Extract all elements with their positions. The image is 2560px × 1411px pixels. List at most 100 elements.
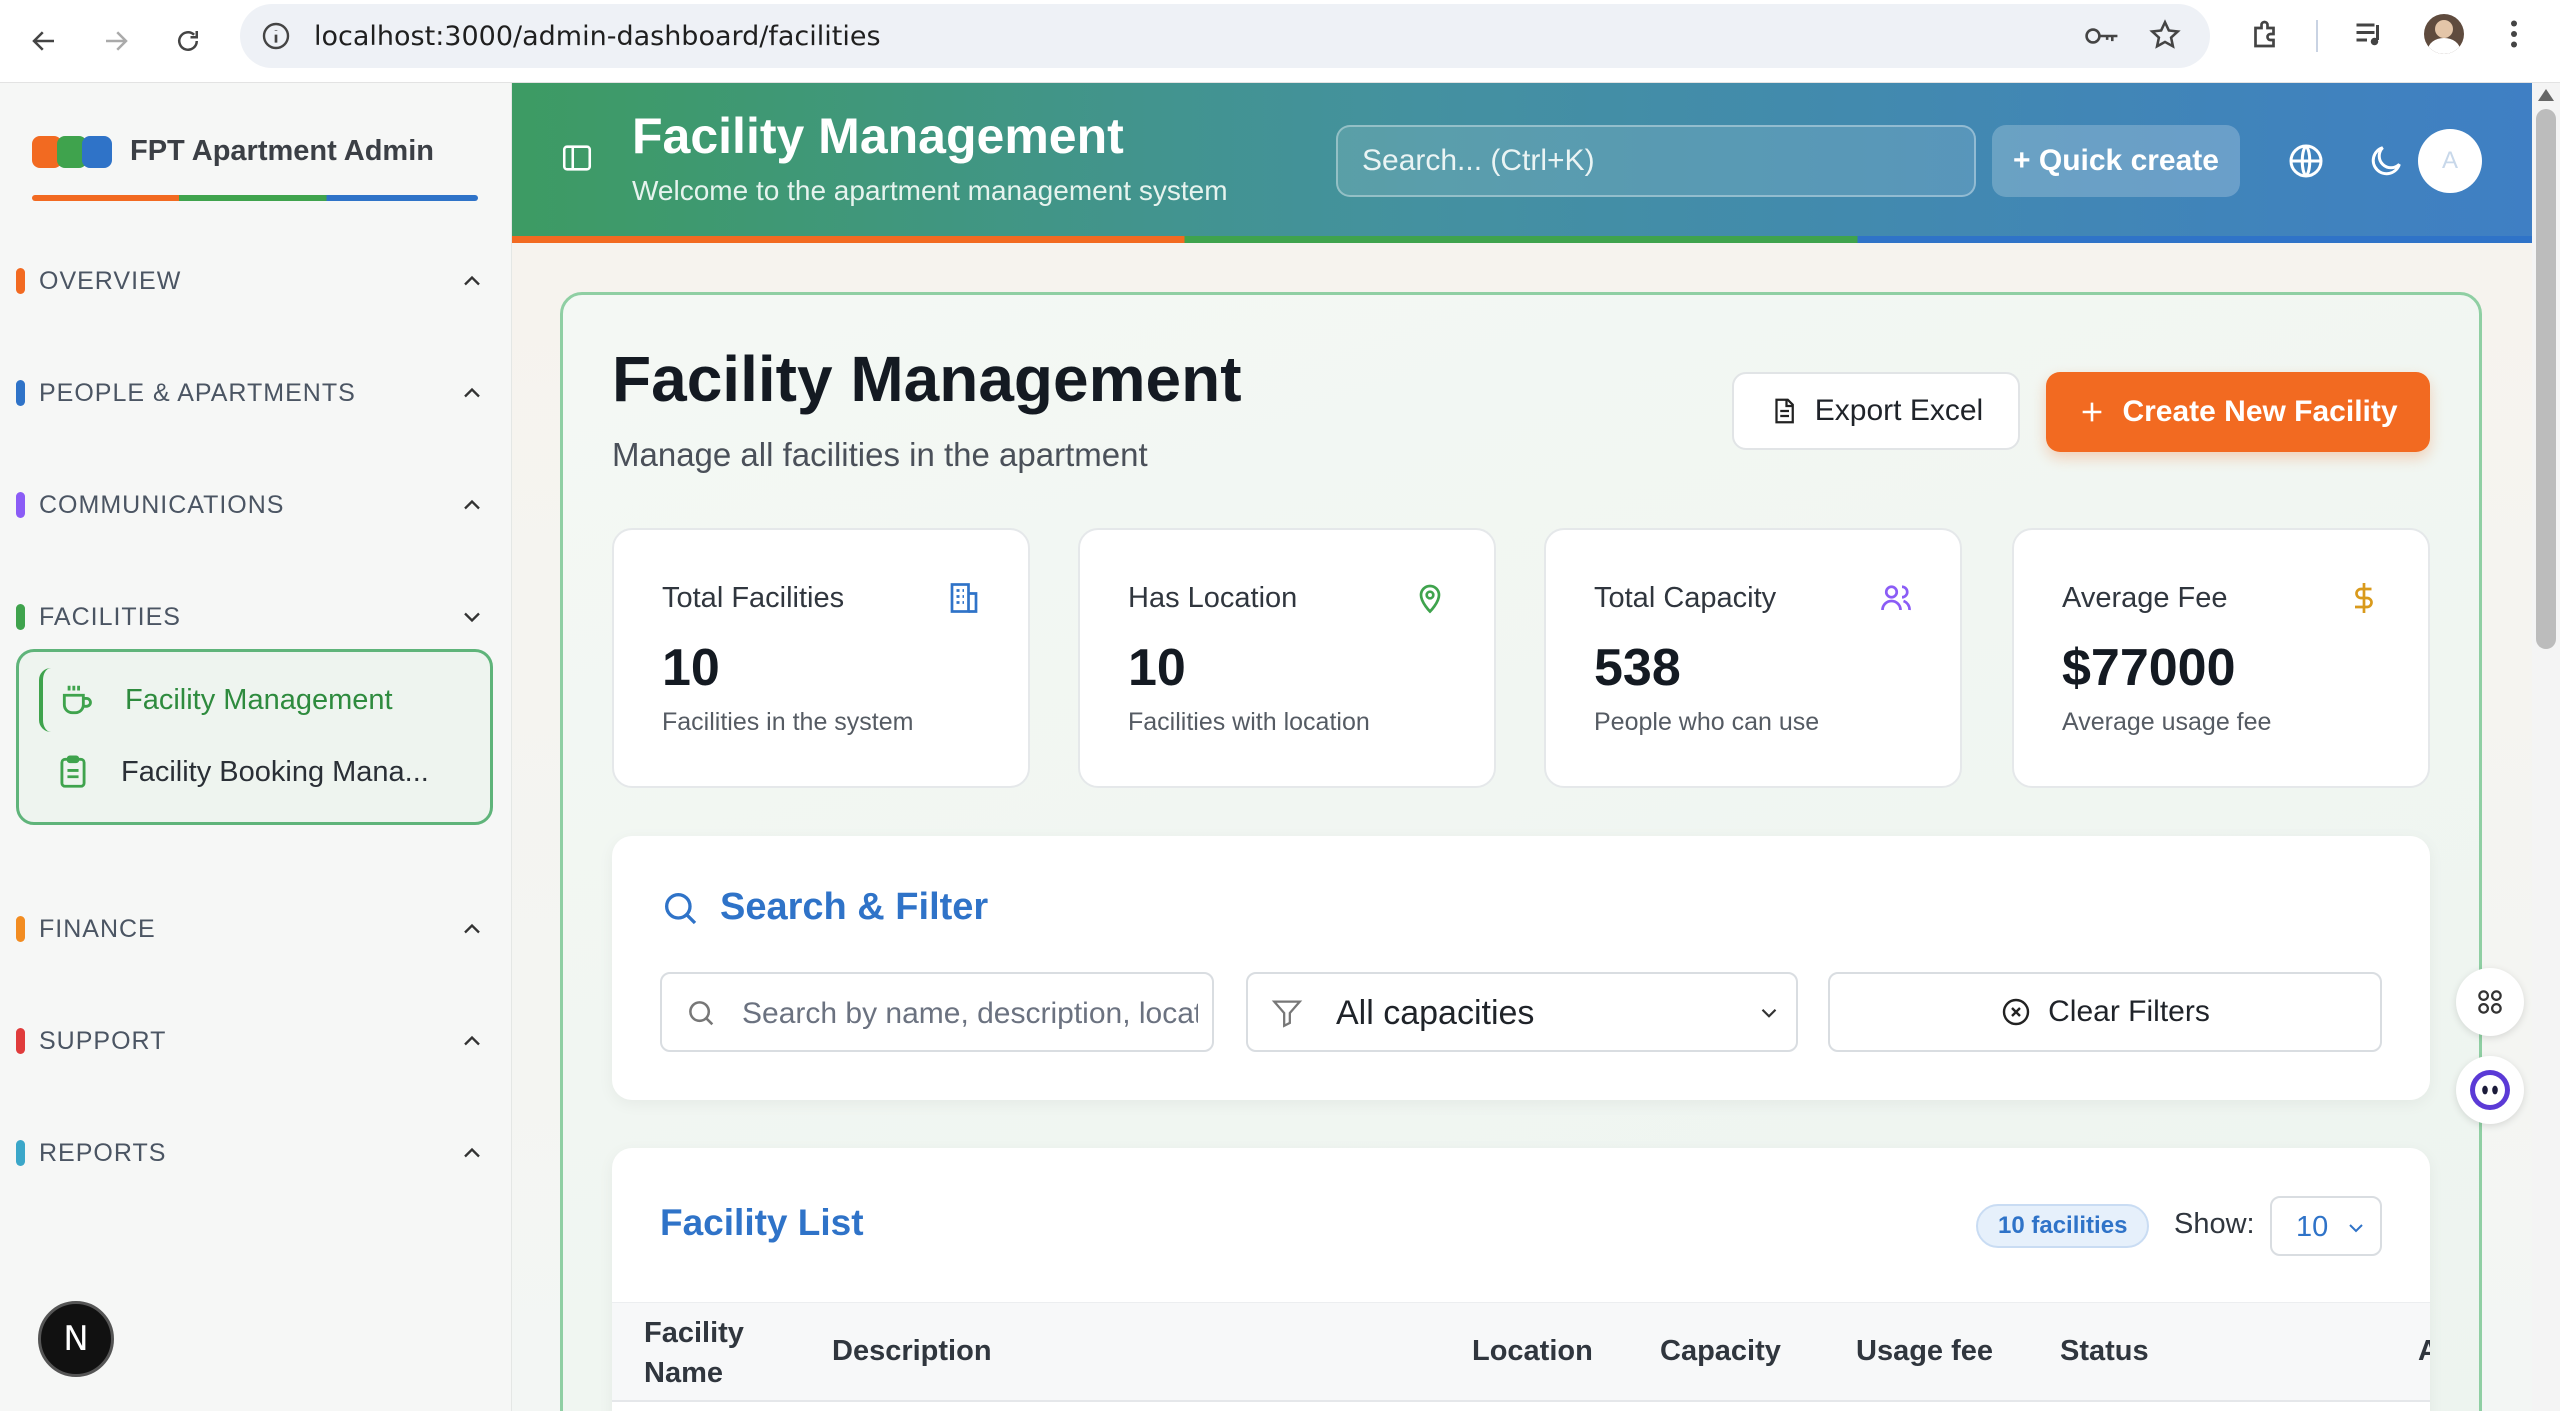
- menu-dots-icon[interactable]: [2502, 16, 2526, 57]
- stat-label: Has Location: [1128, 582, 1298, 614]
- chat-assistant-button[interactable]: [2456, 1056, 2524, 1124]
- capacity-select[interactable]: All capacities: [1246, 972, 1798, 1052]
- sidebar-toggle-icon[interactable]: [560, 141, 594, 175]
- profile-avatar[interactable]: [2424, 14, 2464, 54]
- page-size-select[interactable]: 10: [2270, 1196, 2382, 1256]
- stat-label: Total Facilities: [662, 582, 845, 614]
- sidebar: FPT Apartment Admin OVERVIEW PEOPLE & AP…: [0, 83, 512, 1411]
- column-header-status[interactable]: Status: [2060, 1335, 2149, 1368]
- chevron-up-icon: [464, 499, 480, 510]
- brand[interactable]: FPT Apartment Admin: [32, 135, 434, 168]
- sidebar-section-overview[interactable]: OVERVIEW: [16, 261, 486, 301]
- moon-icon[interactable]: [2366, 141, 2406, 181]
- page-scrollbar[interactable]: [2532, 83, 2560, 1411]
- stat-label: Average Fee: [2062, 582, 2228, 614]
- nextjs-dev-badge[interactable]: N: [38, 1301, 114, 1377]
- scrollbar-thumb[interactable]: [2536, 109, 2556, 649]
- facility-search-input[interactable]: Search by name, description, location...: [660, 972, 1214, 1052]
- widget-grid-button[interactable]: [2456, 968, 2524, 1036]
- back-icon[interactable]: [20, 17, 68, 65]
- sidebar-section-finance[interactable]: FINANCE: [16, 909, 486, 949]
- facilities-submenu: Facility Management Facility Booking Man…: [16, 649, 493, 825]
- section-label: FACILITIES: [39, 602, 181, 631]
- globe-icon[interactable]: [2286, 141, 2326, 181]
- section-label: SUPPORT: [39, 1026, 167, 1055]
- sidebar-section-reports[interactable]: REPORTS: [16, 1133, 486, 1173]
- browser-toolbar: localhost:3000/admin-dashboard/facilitie…: [0, 0, 2560, 83]
- search-icon: [689, 1001, 714, 1026]
- header-subtitle: Welcome to the apartment management syst…: [632, 175, 1228, 206]
- sidebar-item-facility-booking[interactable]: Facility Booking Mana...: [39, 740, 469, 804]
- url-text: localhost:3000/admin-dashboard/facilitie…: [314, 21, 881, 52]
- chevron-down-icon: [2349, 1224, 2363, 1233]
- sidebar-item-label: Facility Booking Mana...: [121, 755, 429, 788]
- column-header-location[interactable]: Location: [1472, 1335, 1593, 1368]
- coffee-cup-icon: [57, 680, 97, 720]
- stat-card-total-facilities: Total Facilities 10 Facilities in the sy…: [612, 528, 1030, 788]
- search-icon: [665, 892, 697, 924]
- chevron-down-icon: [1761, 1008, 1777, 1018]
- filter-icon: [1271, 1000, 1303, 1028]
- user-avatar[interactable]: A: [2418, 129, 2482, 193]
- users-icon: [1881, 585, 1911, 611]
- facility-count-badge: 10 facilities: [1976, 1204, 2150, 1248]
- sidebar-item-facility-management[interactable]: Facility Management: [39, 668, 469, 732]
- extensions-icon[interactable]: [2248, 16, 2284, 57]
- stat-value: 538: [1594, 639, 1681, 697]
- stat-value: 10: [1128, 639, 1186, 697]
- filter-title: Search & Filter: [660, 886, 988, 929]
- chevron-down-icon: [464, 612, 480, 623]
- scroll-up-icon[interactable]: [2538, 89, 2554, 101]
- column-header-capacity[interactable]: Capacity: [1660, 1335, 1781, 1368]
- create-facility-button[interactable]: Create New Facility: [2046, 372, 2430, 452]
- chevron-up-icon: [464, 923, 480, 934]
- column-header-facility-name[interactable]: Facility Name: [644, 1313, 744, 1393]
- header-title: Facility Management: [632, 108, 1124, 164]
- forward-icon[interactable]: [92, 17, 140, 65]
- chevron-up-icon: [464, 1035, 480, 1046]
- sidebar-section-facilities[interactable]: FACILITIES: [16, 597, 486, 637]
- page-size-label: Show:: [2174, 1208, 2255, 1240]
- section-dot: [16, 1028, 25, 1054]
- column-header-usage-fee[interactable]: Usage fee: [1856, 1335, 1993, 1368]
- app-header: Facility Management Welcome to the apart…: [512, 83, 2532, 243]
- reload-icon[interactable]: [164, 17, 212, 65]
- sidebar-section-people-apartments[interactable]: PEOPLE & APARTMENTS: [16, 373, 486, 413]
- sidebar-section-communications[interactable]: COMMUNICATIONS: [16, 485, 486, 525]
- column-header-description[interactable]: Description: [832, 1335, 992, 1368]
- column-header-actions[interactable]: A: [2418, 1335, 2430, 1368]
- section-dot: [16, 604, 25, 630]
- export-excel-button[interactable]: Export Excel: [1732, 372, 2020, 450]
- site-info-icon[interactable]: [260, 20, 292, 52]
- file-icon: [1775, 398, 1794, 424]
- section-label: OVERVIEW: [39, 266, 182, 295]
- chevron-up-icon: [464, 1147, 480, 1158]
- section-dot: [16, 268, 25, 294]
- chevron-up-icon: [464, 387, 480, 398]
- stat-card-average-fee: Average Fee $77000 Average usage fee: [2012, 528, 2430, 788]
- page-size-value: 10: [2296, 1211, 2329, 1243]
- list-title: Facility List: [660, 1202, 864, 1243]
- stat-description: Facilities with location: [1128, 708, 1370, 736]
- section-dot: [16, 380, 25, 406]
- assistant-bot-icon: [2470, 1070, 2510, 1110]
- stat-card-total-capacity: Total Capacity 538 People who can use: [1544, 528, 1962, 788]
- filter-title-text: Search & Filter: [720, 886, 989, 928]
- dollar-icon: [2355, 583, 2373, 613]
- clear-filters-button[interactable]: Clear Filters: [1828, 972, 2382, 1052]
- global-search-input[interactable]: Search... (Ctrl+K): [1336, 125, 1976, 197]
- bookmark-star-icon[interactable]: [2148, 18, 2182, 57]
- table-header: Facility Name Description Location Capac…: [612, 1302, 2430, 1402]
- sidebar-section-support[interactable]: SUPPORT: [16, 1021, 486, 1061]
- stat-value: $77000: [2062, 639, 2236, 697]
- page-title: Facility Management: [612, 343, 1242, 415]
- password-key-icon[interactable]: [2084, 20, 2120, 57]
- media-control-icon[interactable]: [2352, 16, 2388, 57]
- clear-filters-label: Clear Filters: [2048, 995, 2210, 1028]
- stat-description: People who can use: [1594, 708, 1820, 736]
- address-bar[interactable]: localhost:3000/admin-dashboard/facilitie…: [240, 4, 2210, 68]
- clipboard-icon: [53, 752, 93, 792]
- brand-logo: [32, 135, 112, 168]
- stat-label: Total Capacity: [1594, 582, 1777, 614]
- quick-create-button[interactable]: + Quick create: [1992, 125, 2240, 197]
